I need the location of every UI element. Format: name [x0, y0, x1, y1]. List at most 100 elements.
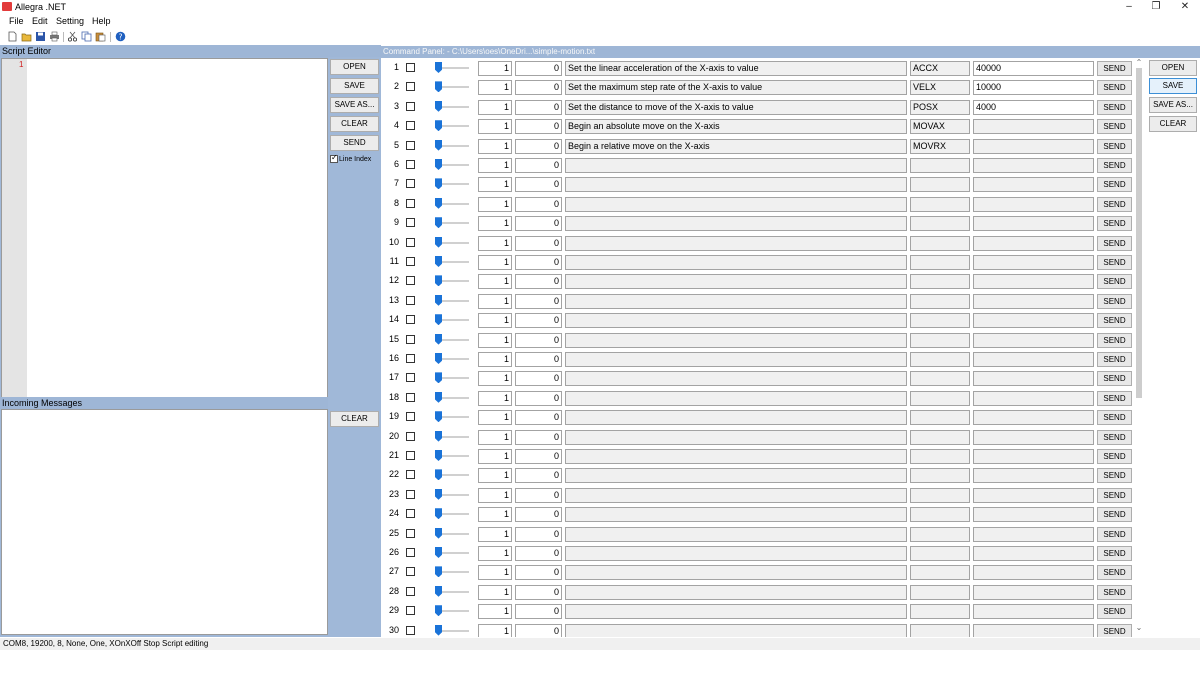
row-description-field[interactable]	[565, 293, 907, 309]
row-repeat-field[interactable]: 1	[478, 138, 512, 154]
panel-open-button[interactable]: OPEN	[1149, 60, 1197, 76]
row-send-button[interactable]: SEND	[1097, 410, 1132, 426]
row-checkbox[interactable]	[406, 218, 415, 228]
row-command-field[interactable]	[910, 468, 970, 484]
row-repeat-field[interactable]: 1	[478, 584, 512, 600]
row-value-field[interactable]	[973, 158, 1094, 173]
row-delay-field[interactable]: 0	[515, 293, 562, 309]
row-checkbox[interactable]	[406, 295, 415, 305]
help-icon[interactable]: ?	[115, 31, 126, 42]
row-command-field[interactable]	[910, 158, 970, 173]
row-send-button[interactable]: SEND	[1097, 371, 1132, 387]
row-checkbox[interactable]	[406, 237, 415, 247]
row-value-field[interactable]	[973, 410, 1094, 426]
row-delay-field[interactable]: 0	[515, 99, 562, 115]
row-checkbox[interactable]	[406, 198, 415, 208]
row-delay-field[interactable]: 0	[515, 177, 562, 193]
panel-save-button[interactable]: SAVE	[1149, 78, 1197, 94]
row-value-field[interactable]	[973, 526, 1094, 542]
row-description-field[interactable]	[565, 274, 907, 290]
row-repeat-field[interactable]: 1	[478, 487, 512, 503]
scroll-up-icon[interactable]: ⌃	[1133, 58, 1145, 67]
row-description-field[interactable]	[565, 623, 907, 637]
row-value-field[interactable]	[973, 274, 1094, 290]
row-value-field[interactable]	[973, 138, 1094, 154]
menu-file[interactable]: File	[9, 16, 24, 26]
row-command-field[interactable]	[910, 274, 970, 290]
row-checkbox[interactable]	[406, 509, 415, 519]
row-delay-field[interactable]: 0	[515, 196, 562, 212]
row-slider-thumb-icon[interactable]	[435, 100, 442, 112]
row-repeat-field[interactable]: 1	[478, 623, 512, 637]
scroll-down-icon[interactable]: ⌄	[1133, 623, 1145, 632]
row-checkbox[interactable]	[406, 431, 415, 441]
row-checkbox[interactable]	[406, 451, 415, 460]
row-send-button[interactable]: SEND	[1097, 255, 1132, 270]
row-send-button[interactable]: SEND	[1097, 526, 1132, 542]
incoming-clear-button[interactable]: CLEAR	[330, 411, 379, 427]
row-description-field[interactable]	[565, 429, 907, 445]
row-delay-field[interactable]: 0	[515, 429, 562, 445]
row-slider-thumb-icon[interactable]	[435, 411, 442, 423]
open-folder-icon[interactable]	[21, 31, 32, 42]
row-value-field[interactable]: 4000	[973, 99, 1094, 115]
row-slider-thumb-icon[interactable]	[435, 605, 442, 617]
row-command-field[interactable]	[910, 526, 970, 542]
row-checkbox[interactable]	[406, 470, 415, 480]
row-checkbox[interactable]	[406, 354, 415, 363]
row-description-field[interactable]	[565, 546, 907, 561]
row-checkbox[interactable]	[406, 160, 415, 169]
row-delay-field[interactable]: 0	[515, 274, 562, 290]
row-repeat-field[interactable]: 1	[478, 293, 512, 309]
minimize-button[interactable]: –	[1116, 0, 1142, 14]
row-delay-field[interactable]: 0	[515, 371, 562, 387]
editor-open-button[interactable]: OPEN	[330, 59, 379, 75]
row-delay-field[interactable]: 0	[515, 235, 562, 251]
row-value-field[interactable]	[973, 623, 1094, 637]
row-command-field[interactable]	[910, 546, 970, 561]
row-checkbox[interactable]	[406, 528, 415, 538]
row-value-field[interactable]	[973, 177, 1094, 193]
row-send-button[interactable]: SEND	[1097, 99, 1132, 115]
row-repeat-field[interactable]: 1	[478, 410, 512, 426]
row-delay-field[interactable]: 0	[515, 565, 562, 581]
row-slider-thumb-icon[interactable]	[435, 217, 442, 229]
row-repeat-field[interactable]: 1	[478, 371, 512, 387]
row-value-field[interactable]	[973, 546, 1094, 561]
row-repeat-field[interactable]: 1	[478, 216, 512, 232]
row-description-field[interactable]	[565, 487, 907, 503]
row-value-field[interactable]	[973, 332, 1094, 348]
row-description-field[interactable]	[565, 604, 907, 620]
row-send-button[interactable]: SEND	[1097, 604, 1132, 620]
panel-clear-button[interactable]: CLEAR	[1149, 116, 1197, 132]
row-command-field[interactable]	[910, 255, 970, 270]
row-command-field[interactable]	[910, 332, 970, 348]
row-slider-thumb-icon[interactable]	[435, 372, 442, 384]
row-command-field[interactable]	[910, 293, 970, 309]
row-value-field[interactable]	[973, 371, 1094, 387]
scroll-thumb[interactable]	[1136, 68, 1142, 398]
row-slider-thumb-icon[interactable]	[435, 314, 442, 326]
row-slider-thumb-icon[interactable]	[435, 508, 442, 520]
row-command-field[interactable]	[910, 177, 970, 193]
row-value-field[interactable]	[973, 313, 1094, 329]
row-repeat-field[interactable]: 1	[478, 507, 512, 523]
row-repeat-field[interactable]: 1	[478, 526, 512, 542]
row-delay-field[interactable]: 0	[515, 410, 562, 426]
row-description-field[interactable]	[565, 313, 907, 329]
row-slider-thumb-icon[interactable]	[435, 585, 442, 597]
row-repeat-field[interactable]: 1	[478, 468, 512, 484]
row-send-button[interactable]: SEND	[1097, 352, 1132, 367]
row-command-field[interactable]	[910, 235, 970, 251]
row-description-field[interactable]	[565, 584, 907, 600]
row-slider-thumb-icon[interactable]	[435, 527, 442, 539]
line-index-checkbox[interactable]: Line Index	[330, 153, 371, 163]
row-send-button[interactable]: SEND	[1097, 584, 1132, 600]
row-command-field[interactable]	[910, 371, 970, 387]
row-repeat-field[interactable]: 1	[478, 61, 512, 76]
row-value-field[interactable]	[973, 255, 1094, 270]
row-checkbox[interactable]	[406, 276, 415, 286]
row-command-field[interactable]	[910, 313, 970, 329]
row-send-button[interactable]: SEND	[1097, 216, 1132, 232]
row-send-button[interactable]: SEND	[1097, 487, 1132, 503]
